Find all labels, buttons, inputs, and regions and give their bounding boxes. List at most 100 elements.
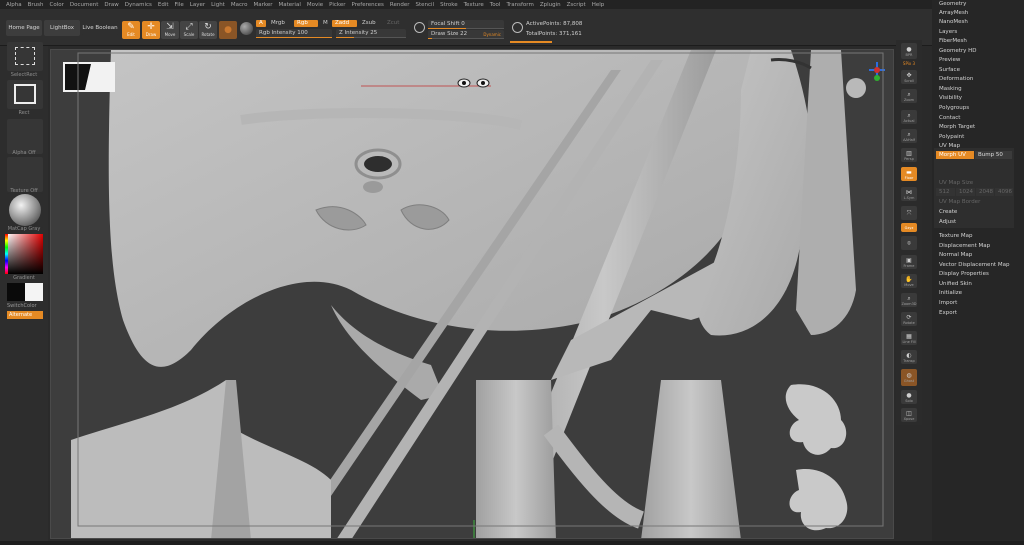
palette-masking[interactable]: Masking bbox=[939, 86, 962, 92]
uv-size-1024[interactable]: 1024 bbox=[956, 188, 975, 196]
uv-adjust-button[interactable]: Adjust bbox=[936, 218, 956, 226]
menu-item-zscript[interactable]: Zscript bbox=[567, 2, 586, 8]
scroll-button[interactable]: ✥ Scroll bbox=[901, 70, 917, 84]
aahalf-button[interactable]: ⌕ AAHalf bbox=[901, 129, 917, 143]
menu-item-marker[interactable]: Marker bbox=[254, 2, 273, 8]
home-page-button[interactable]: Home Page bbox=[6, 20, 42, 36]
linefill-button[interactable]: ▦ Line Fill bbox=[901, 331, 917, 345]
select-rect-button[interactable] bbox=[7, 42, 43, 71]
transp-button[interactable]: ◐ Transp bbox=[901, 350, 917, 364]
uv-size-512[interactable]: 512 bbox=[936, 188, 955, 196]
palette-polypaint[interactable]: Polypaint bbox=[939, 134, 964, 140]
menu-item-document[interactable]: Document bbox=[70, 2, 99, 8]
xyz-button[interactable]: ⌾ bbox=[901, 236, 917, 250]
zcut-toggle[interactable]: Zcut bbox=[384, 20, 402, 27]
palette-displacement-map[interactable]: Displacement Map bbox=[939, 243, 990, 249]
menu-item-file[interactable]: File bbox=[175, 2, 184, 8]
rect-stroke-button[interactable] bbox=[7, 80, 43, 109]
palette-geometry[interactable]: Geometry bbox=[939, 1, 966, 7]
a-toggle[interactable]: A bbox=[256, 20, 266, 27]
menu-item-layer[interactable]: Layer bbox=[190, 2, 205, 8]
menu-item-alpha[interactable]: Alpha bbox=[6, 2, 22, 8]
mrgb-toggle[interactable]: Mrgb bbox=[268, 20, 288, 27]
zoom-button[interactable]: ⌕ Zoom bbox=[901, 89, 917, 103]
palette-nanomesh[interactable]: NanoMesh bbox=[939, 19, 968, 25]
actual-button[interactable]: ⌕ Actual bbox=[901, 110, 917, 124]
palette-arraymesh[interactable]: ArrayMesh bbox=[939, 10, 968, 16]
menu-item-zplugin[interactable]: Zplugin bbox=[540, 2, 561, 8]
menu-item-stencil[interactable]: Stencil bbox=[415, 2, 434, 8]
uv-size-2048[interactable]: 2048 bbox=[976, 188, 994, 196]
rotate-button[interactable]: ↻ Rotate bbox=[199, 21, 217, 39]
texture-button[interactable] bbox=[7, 157, 43, 192]
switch-color-label[interactable]: SwitchColor bbox=[7, 303, 37, 309]
focal-shift-slider[interactable]: Focal Shift 0 bbox=[428, 20, 504, 29]
local-symmetry-button[interactable]: ⋈ L.Sym bbox=[901, 187, 917, 201]
rgb-toggle[interactable]: Rgb bbox=[294, 20, 318, 27]
bpr-button[interactable]: ● BPR bbox=[901, 43, 917, 59]
head-navigation-preview[interactable] bbox=[846, 78, 866, 98]
alternate-button[interactable]: Alternate bbox=[7, 311, 43, 319]
palette-contact[interactable]: Contact bbox=[939, 115, 960, 121]
palette-geometry-hd[interactable]: Geometry HD bbox=[939, 48, 977, 54]
menu-item-render[interactable]: Render bbox=[390, 2, 410, 8]
zsub-toggle[interactable]: Zsub bbox=[359, 20, 379, 27]
solo-button[interactable]: ● Solo bbox=[901, 390, 917, 404]
palette-visibility[interactable]: Visibility bbox=[939, 95, 962, 101]
brush-icon[interactable] bbox=[240, 22, 253, 35]
hue-strip[interactable] bbox=[5, 234, 8, 274]
palette-import[interactable]: Import bbox=[939, 300, 957, 306]
palette-vector-displacement-map[interactable]: Vector Displacement Map bbox=[939, 262, 1009, 268]
palette-polygroups[interactable]: Polygroups bbox=[939, 105, 969, 111]
secondary-color-swatch[interactable] bbox=[7, 283, 25, 301]
matcap-button[interactable] bbox=[7, 193, 43, 228]
edit-button[interactable]: ✎ Edit bbox=[122, 21, 140, 39]
menu-item-dynamics[interactable]: Dynamics bbox=[125, 2, 152, 8]
floor-button[interactable]: ▬ Floor bbox=[901, 167, 917, 181]
palette-initialize[interactable]: Initialize bbox=[939, 290, 962, 296]
primary-color-swatch[interactable] bbox=[25, 283, 43, 301]
color-picker[interactable] bbox=[5, 234, 43, 274]
uv-map-border-slider[interactable]: UV Map Border bbox=[936, 198, 980, 206]
move-view-button[interactable]: ✋ Move bbox=[901, 274, 917, 288]
gxyz-button[interactable]: Gxyz bbox=[901, 223, 917, 232]
palette-surface[interactable]: Surface bbox=[939, 67, 960, 73]
uv-size-4096[interactable]: 4096 bbox=[995, 188, 1013, 196]
ghost-button[interactable]: ◍ Ghost bbox=[901, 369, 917, 386]
move-button[interactable]: ⇲ Move bbox=[161, 21, 179, 39]
scale-button[interactable]: ⤢ Scale bbox=[180, 21, 198, 39]
menu-item-draw[interactable]: Draw bbox=[104, 2, 118, 8]
palette-layers[interactable]: Layers bbox=[939, 29, 957, 35]
bump-slider[interactable]: Bump 50 bbox=[975, 151, 1012, 159]
zoom3d-button[interactable]: ⌕ Zoom3D bbox=[901, 293, 917, 307]
palette-normal-map[interactable]: Normal Map bbox=[939, 252, 972, 258]
lightbox-button[interactable]: LightBox bbox=[44, 20, 80, 36]
rotate-view-button[interactable]: ⟳ Rotate bbox=[901, 312, 917, 326]
palette-texture-map[interactable]: Texture Map bbox=[939, 233, 973, 239]
lsym-button[interactable]: ⤧ bbox=[901, 206, 917, 220]
alpha-button[interactable] bbox=[7, 119, 43, 154]
palette-display-properties[interactable]: Display Properties bbox=[939, 271, 989, 277]
draw-button[interactable]: ✛ Draw bbox=[142, 21, 160, 39]
menu-item-transform[interactable]: Transform bbox=[506, 2, 533, 8]
menu-item-help[interactable]: Help bbox=[592, 2, 605, 8]
menu-item-light[interactable]: Light bbox=[211, 2, 225, 8]
morph-uv-button[interactable]: Morph UV bbox=[936, 151, 974, 159]
menu-item-texture[interactable]: Texture bbox=[464, 2, 484, 8]
m-toggle[interactable]: M bbox=[320, 20, 331, 27]
draw-size-slider[interactable]: Draw Size 22 Dynamic bbox=[428, 30, 504, 39]
z-intensity-slider[interactable]: Z Intensity 25 bbox=[336, 29, 406, 38]
uv-create-button[interactable]: Create bbox=[936, 208, 957, 216]
menu-item-picker[interactable]: Picker bbox=[329, 2, 345, 8]
menu-item-edit[interactable]: Edit bbox=[158, 2, 169, 8]
menu-item-material[interactable]: Material bbox=[279, 2, 301, 8]
menu-item-stroke[interactable]: Stroke bbox=[440, 2, 458, 8]
menu-item-brush[interactable]: Brush bbox=[28, 2, 44, 8]
palette-deformation[interactable]: Deformation bbox=[939, 76, 973, 82]
zadd-toggle[interactable]: Zadd bbox=[332, 20, 357, 27]
persp-button[interactable]: ▥ Persp bbox=[901, 148, 917, 162]
palette-fibermesh[interactable]: FiberMesh bbox=[939, 38, 967, 44]
menu-item-color[interactable]: Color bbox=[50, 2, 64, 8]
xpose-button[interactable]: ◫ Xpose bbox=[901, 408, 917, 422]
live-boolean-button[interactable]: Live Boolean bbox=[82, 20, 118, 36]
